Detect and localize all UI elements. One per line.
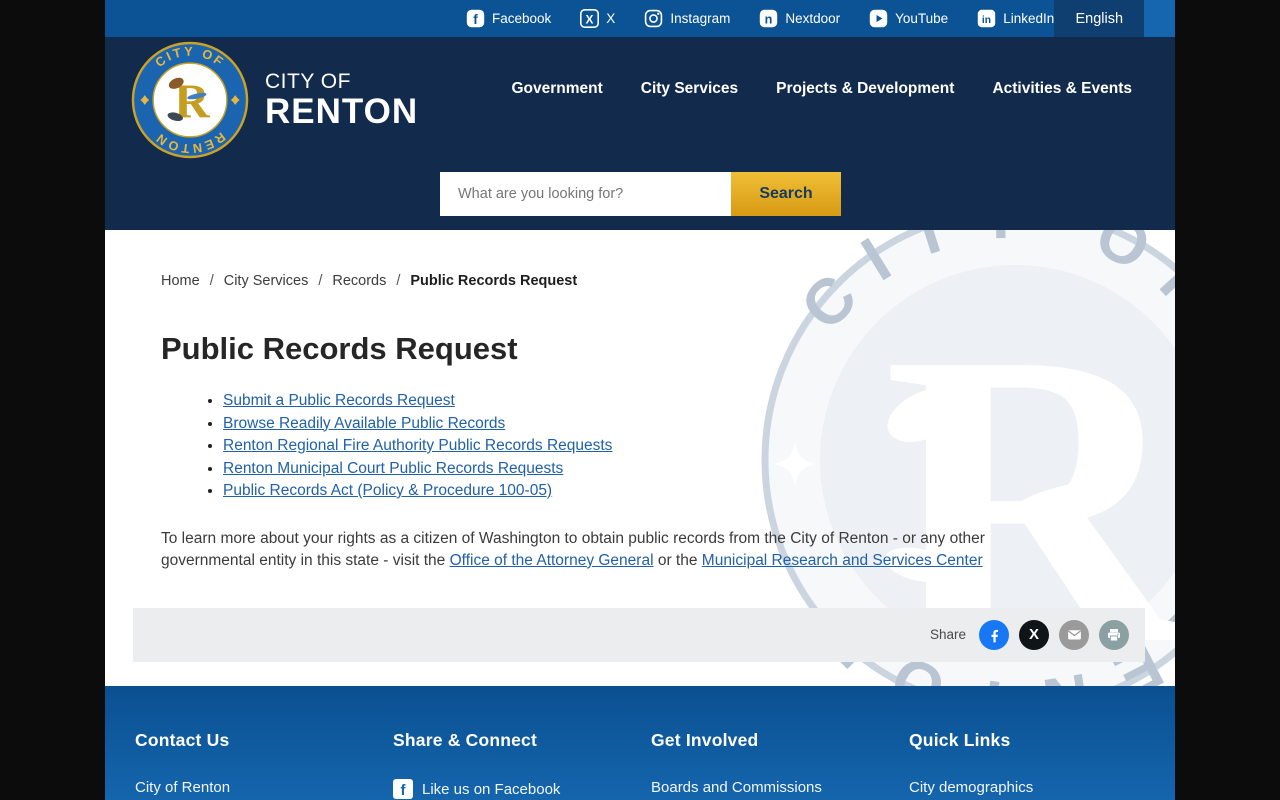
list-item: Renton Municipal Court Public Records Re…: [223, 458, 1175, 481]
share-email-button[interactable]: [1059, 619, 1089, 650]
breadcrumb-separator: /: [209, 273, 214, 289]
link-attorney-general[interactable]: Office of the Attorney General: [450, 552, 654, 569]
footer-contact-us: Contact Us City of Renton: [135, 730, 393, 800]
x-glyph-icon: X: [1028, 626, 1039, 643]
breadcrumb-separator: /: [318, 273, 323, 289]
facebook-label: Facebook: [492, 11, 552, 26]
list-item: Submit a Public Records Request: [223, 390, 1175, 413]
nextdoor-link[interactable]: n Nextdoor: [759, 9, 840, 28]
breadcrumb-current: Public Records Request: [410, 273, 578, 289]
nav-government[interactable]: Government: [511, 80, 602, 98]
renton-seal-icon: CITY OF RENTON R: [131, 41, 249, 159]
content-area: Home / City Services / Records / Public …: [105, 230, 1175, 572]
footer-heading-get-involved: Get Involved: [651, 730, 759, 750]
share-facebook-button[interactable]: [979, 619, 1009, 650]
youtube-icon: [869, 9, 888, 28]
intro-text-middle: or the: [653, 551, 702, 569]
intro-paragraph: To learn more about your rights as a cit…: [161, 528, 1046, 572]
nav-projects-development[interactable]: Projects & Development: [776, 80, 954, 98]
footer-item-label: City of Renton: [135, 779, 231, 796]
main-nav: Government City Services Projects & Deve…: [511, 80, 1132, 98]
site-logo[interactable]: CITY OF RENTON R CITY OF RENTON: [131, 41, 418, 159]
share-x-button[interactable]: X: [1019, 619, 1049, 650]
site-footer: Contact Us City of Renton Share & Connec…: [105, 686, 1175, 800]
breadcrumb-separator: /: [396, 273, 401, 289]
share-print-button[interactable]: [1099, 619, 1129, 650]
footer-item-label: Like us on Facebook: [422, 780, 561, 798]
list-item: Browse Readily Available Public Records: [223, 413, 1175, 436]
footer-heading-share-connect: Share & Connect: [393, 730, 537, 750]
link-submit-request[interactable]: Submit a Public Records Request: [223, 392, 455, 409]
search-button[interactable]: Search: [731, 172, 841, 216]
page-title: Public Records Request: [161, 331, 518, 366]
youtube-label: YouTube: [895, 11, 949, 26]
logo-line1: CITY OF: [265, 69, 351, 93]
footer-quick-links: Quick Links City demographics: [909, 730, 1167, 800]
footer-heading-contact-us: Contact Us: [135, 730, 230, 750]
share-strip: Share X: [133, 607, 1145, 662]
facebook-square-icon: f: [393, 779, 413, 799]
linkedin-link[interactable]: in LinkedIn: [977, 9, 1054, 28]
breadcrumb-records[interactable]: Records: [332, 273, 386, 289]
x-label: X: [606, 11, 616, 26]
footer-link-boards-commissions[interactable]: Boards and Commissions: [651, 779, 909, 796]
footer-link-facebook[interactable]: f Like us on Facebook: [393, 779, 651, 799]
footer-heading-quick-links: Quick Links: [909, 730, 1011, 750]
records-links-list: Submit a Public Records Request Browse R…: [161, 390, 1175, 503]
link-municipal-court[interactable]: Renton Municipal Court Public Records Re…: [223, 460, 563, 477]
svg-text:in: in: [982, 15, 991, 26]
linkedin-icon: in: [977, 9, 996, 28]
breadcrumb-city-services[interactable]: City Services: [224, 273, 309, 289]
svg-text:X: X: [586, 12, 594, 26]
list-item: Renton Regional Fire Authority Public Re…: [223, 435, 1175, 458]
main-content: CITY OF RENTON R Home / City Services / …: [105, 230, 1175, 686]
footer-get-involved: Get Involved Boards and Commissions: [651, 730, 909, 800]
footer-item-label: Boards and Commissions: [651, 779, 822, 796]
instagram-link[interactable]: Instagram: [644, 9, 730, 28]
language-label: English: [1075, 10, 1124, 27]
list-item: Public Records Act (Policy & Procedure 1…: [223, 480, 1175, 503]
page: f Facebook X X Instagram n Nextdoor YouT…: [105, 0, 1175, 800]
footer-item-label: City demographics: [909, 779, 1034, 796]
nav-activities-events[interactable]: Activities & Events: [992, 80, 1132, 98]
instagram-label: Instagram: [670, 11, 731, 26]
search-input[interactable]: [440, 172, 731, 216]
facebook-f-icon: [991, 629, 999, 642]
footer-link-city-of-renton[interactable]: City of Renton: [135, 779, 393, 796]
linkedin-label: LinkedIn: [1003, 11, 1055, 26]
youtube-link[interactable]: YouTube: [869, 9, 948, 28]
search-bar: Search: [440, 172, 841, 216]
link-mrsc[interactable]: Municipal Research and Services Center: [702, 552, 983, 569]
footer-link-city-demographics[interactable]: City demographics: [909, 779, 1167, 796]
facebook-link[interactable]: f Facebook: [466, 9, 551, 28]
language-selector[interactable]: English: [1054, 0, 1145, 37]
nav-city-services[interactable]: City Services: [641, 80, 738, 98]
svg-text:f: f: [473, 12, 478, 27]
link-records-act[interactable]: Public Records Act (Policy & Procedure 1…: [223, 482, 552, 499]
x-icon: X: [580, 9, 600, 28]
language-patch: [1144, 0, 1175, 37]
x-link[interactable]: X X: [580, 9, 615, 28]
printer-icon: [1108, 628, 1120, 641]
nextdoor-label: Nextdoor: [785, 11, 841, 26]
social-links: f Facebook X X Instagram n Nextdoor YouT…: [466, 0, 1054, 37]
breadcrumb-home[interactable]: Home: [161, 273, 200, 289]
email-envelope-icon: [1067, 630, 1081, 640]
svg-text:n: n: [765, 12, 773, 26]
top-social-bar: f Facebook X X Instagram n Nextdoor YouT…: [105, 0, 1175, 37]
logo-line2: RENTON: [265, 91, 419, 131]
link-browse-records[interactable]: Browse Readily Available Public Records: [223, 415, 505, 432]
site-header: CITY OF RENTON R CITY OF RENTON Governme…: [105, 37, 1175, 230]
nextdoor-icon: n: [760, 9, 778, 28]
logo-text: CITY OF RENTON: [265, 70, 418, 131]
breadcrumb: Home / City Services / Records / Public …: [161, 273, 1175, 289]
share-label: Share: [929, 627, 966, 642]
footer-share-connect: Share & Connect f Like us on Facebook: [393, 730, 651, 800]
facebook-icon: f: [466, 9, 485, 28]
link-fire-authority[interactable]: Renton Regional Fire Authority Public Re…: [223, 437, 612, 454]
instagram-icon: [645, 9, 663, 28]
